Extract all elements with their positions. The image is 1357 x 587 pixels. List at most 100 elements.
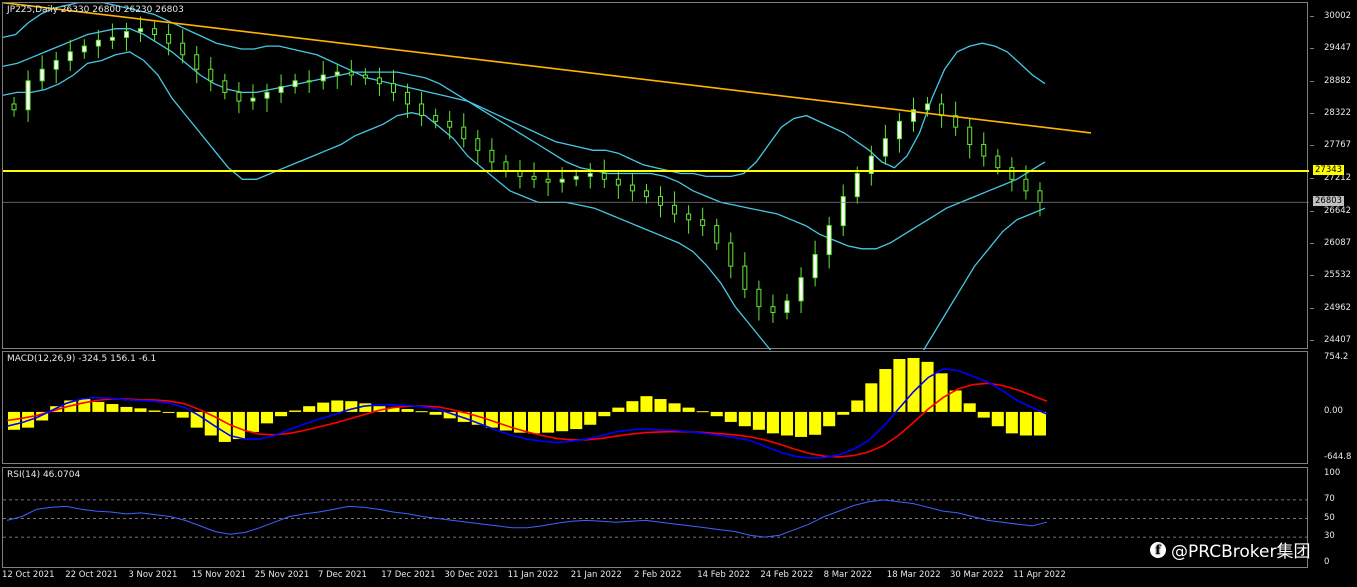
price-axis-label: 27767 <box>1324 140 1352 151</box>
price-pane[interactable]: JP225,Daily 26330 26800 26230 26803 <box>2 2 1309 350</box>
candle-body <box>840 196 846 227</box>
rsi-axis-label: 70 <box>1324 493 1335 504</box>
candle-body <box>643 190 649 198</box>
macd-pane[interactable]: MACD(12,26,9) -324.5 156.1 -6.1 <box>2 351 1308 464</box>
candle-body <box>995 155 1001 169</box>
candle <box>939 93 945 128</box>
macd-histogram-bar <box>710 411 723 417</box>
candle <box>756 280 762 321</box>
time-axis-label: 12 Oct 2021 <box>2 570 55 580</box>
rsi-axis-label: 100 <box>1324 468 1341 478</box>
price-axis-tick <box>1310 48 1314 50</box>
rsi-pane-title: RSI(14) 46.0704 <box>7 470 81 480</box>
macd-histogram-bar <box>570 411 583 430</box>
bollinger-upper-band <box>3 3 1046 178</box>
candle-body <box>728 242 734 267</box>
candle-body <box>390 83 396 93</box>
candle <box>489 138 495 173</box>
candle-body <box>306 80 312 83</box>
candle <box>362 68 368 85</box>
candle-body <box>1009 167 1015 180</box>
rsi-pane[interactable]: RSI(14) 46.0704 <box>2 467 1309 568</box>
chart-window[interactable]: JP225,Daily 26330 26800 26230 26803 3000… <box>0 0 1357 587</box>
candle-body <box>601 172 607 180</box>
candle <box>517 160 523 189</box>
macd-axis-label: 754.2 <box>1324 352 1349 362</box>
price-axis-tick <box>1310 242 1314 244</box>
candle <box>601 159 607 188</box>
macd-histogram-bar <box>317 402 330 412</box>
time-axis-label: 22 Oct 2021 <box>65 570 118 580</box>
time-axis-label: 30 Mar 2022 <box>950 570 1004 580</box>
candle <box>138 16 144 43</box>
time-axis-label: 17 Dec 2021 <box>381 570 436 580</box>
candle-body <box>53 60 59 70</box>
macd-histogram-bar <box>1005 411 1018 434</box>
time-axis-label: 21 Jan 2022 <box>570 570 622 580</box>
time-axis-label: 15 Nov 2021 <box>191 570 247 580</box>
candle <box>67 39 73 71</box>
macd-histogram-bar <box>556 411 569 432</box>
candle <box>306 70 312 93</box>
time-axis-label: 3 Nov 2021 <box>128 570 178 580</box>
macd-histogram-bar <box>823 411 836 427</box>
candle-body <box>700 219 706 227</box>
candle-body <box>348 71 354 76</box>
macd-histogram-bar <box>598 411 611 417</box>
candle <box>461 113 467 148</box>
price-axis-label: 26642 <box>1324 205 1352 216</box>
macd-histogram-bar <box>120 406 133 412</box>
candle <box>194 46 200 84</box>
price-axis-tick <box>1310 177 1314 179</box>
price-axis-label: 24407 <box>1324 335 1352 345</box>
candle <box>812 240 818 287</box>
price-axis-tick <box>1310 16 1314 17</box>
candle-body <box>95 39 101 47</box>
candle-body <box>67 51 73 62</box>
price-axis-tick <box>1310 113 1314 115</box>
macd-histogram-bar <box>795 411 808 437</box>
candle-body <box>419 103 425 117</box>
candle-body <box>222 80 228 93</box>
macd-histogram-bar <box>542 411 555 433</box>
candle <box>587 163 593 189</box>
macd-histogram-bar <box>696 411 709 413</box>
candle <box>53 51 59 84</box>
candle <box>278 74 284 103</box>
candle-body <box>489 149 495 163</box>
time-axis-label: 25 Nov 2021 <box>254 570 310 580</box>
horizontal-level-tag: 27343 <box>1313 164 1345 175</box>
macd-histogram-bar <box>275 411 288 417</box>
candle <box>798 267 804 314</box>
macd-axis: 754.2 0.00 -644.8 <box>1310 351 1357 464</box>
macd-histogram-bar <box>260 411 274 424</box>
candle-body <box>967 126 973 146</box>
macd-histogram-bar <box>752 411 765 430</box>
candle-body <box>615 178 621 186</box>
candle-body <box>320 74 326 82</box>
watermark: f @PRCBroker集团 <box>1150 537 1310 562</box>
candle <box>545 170 551 197</box>
candle-body <box>250 97 256 102</box>
price-axis-label: 25532 <box>1324 269 1352 280</box>
candle <box>826 216 832 269</box>
candle-body <box>447 120 453 128</box>
candle-body <box>559 178 565 183</box>
price-axis-tick <box>1310 307 1314 309</box>
price-chart-svg <box>3 3 1309 350</box>
candle-body <box>714 225 720 244</box>
macd-histogram-bar <box>654 399 667 412</box>
rsi-chart-svg <box>3 499 1309 538</box>
current-price-tag: 26803 <box>1313 196 1345 207</box>
macd-histogram-bar <box>879 369 892 412</box>
candle <box>208 57 214 92</box>
candle-body <box>882 138 888 157</box>
macd-histogram-bar <box>640 396 653 412</box>
candle <box>531 162 537 188</box>
candle <box>882 124 888 165</box>
macd-axis-label: -644.8 <box>1324 452 1352 462</box>
macd-histogram-bar <box>415 411 428 413</box>
candle-body <box>208 68 214 82</box>
candle-body <box>756 288 762 308</box>
candle-body <box>264 91 270 99</box>
